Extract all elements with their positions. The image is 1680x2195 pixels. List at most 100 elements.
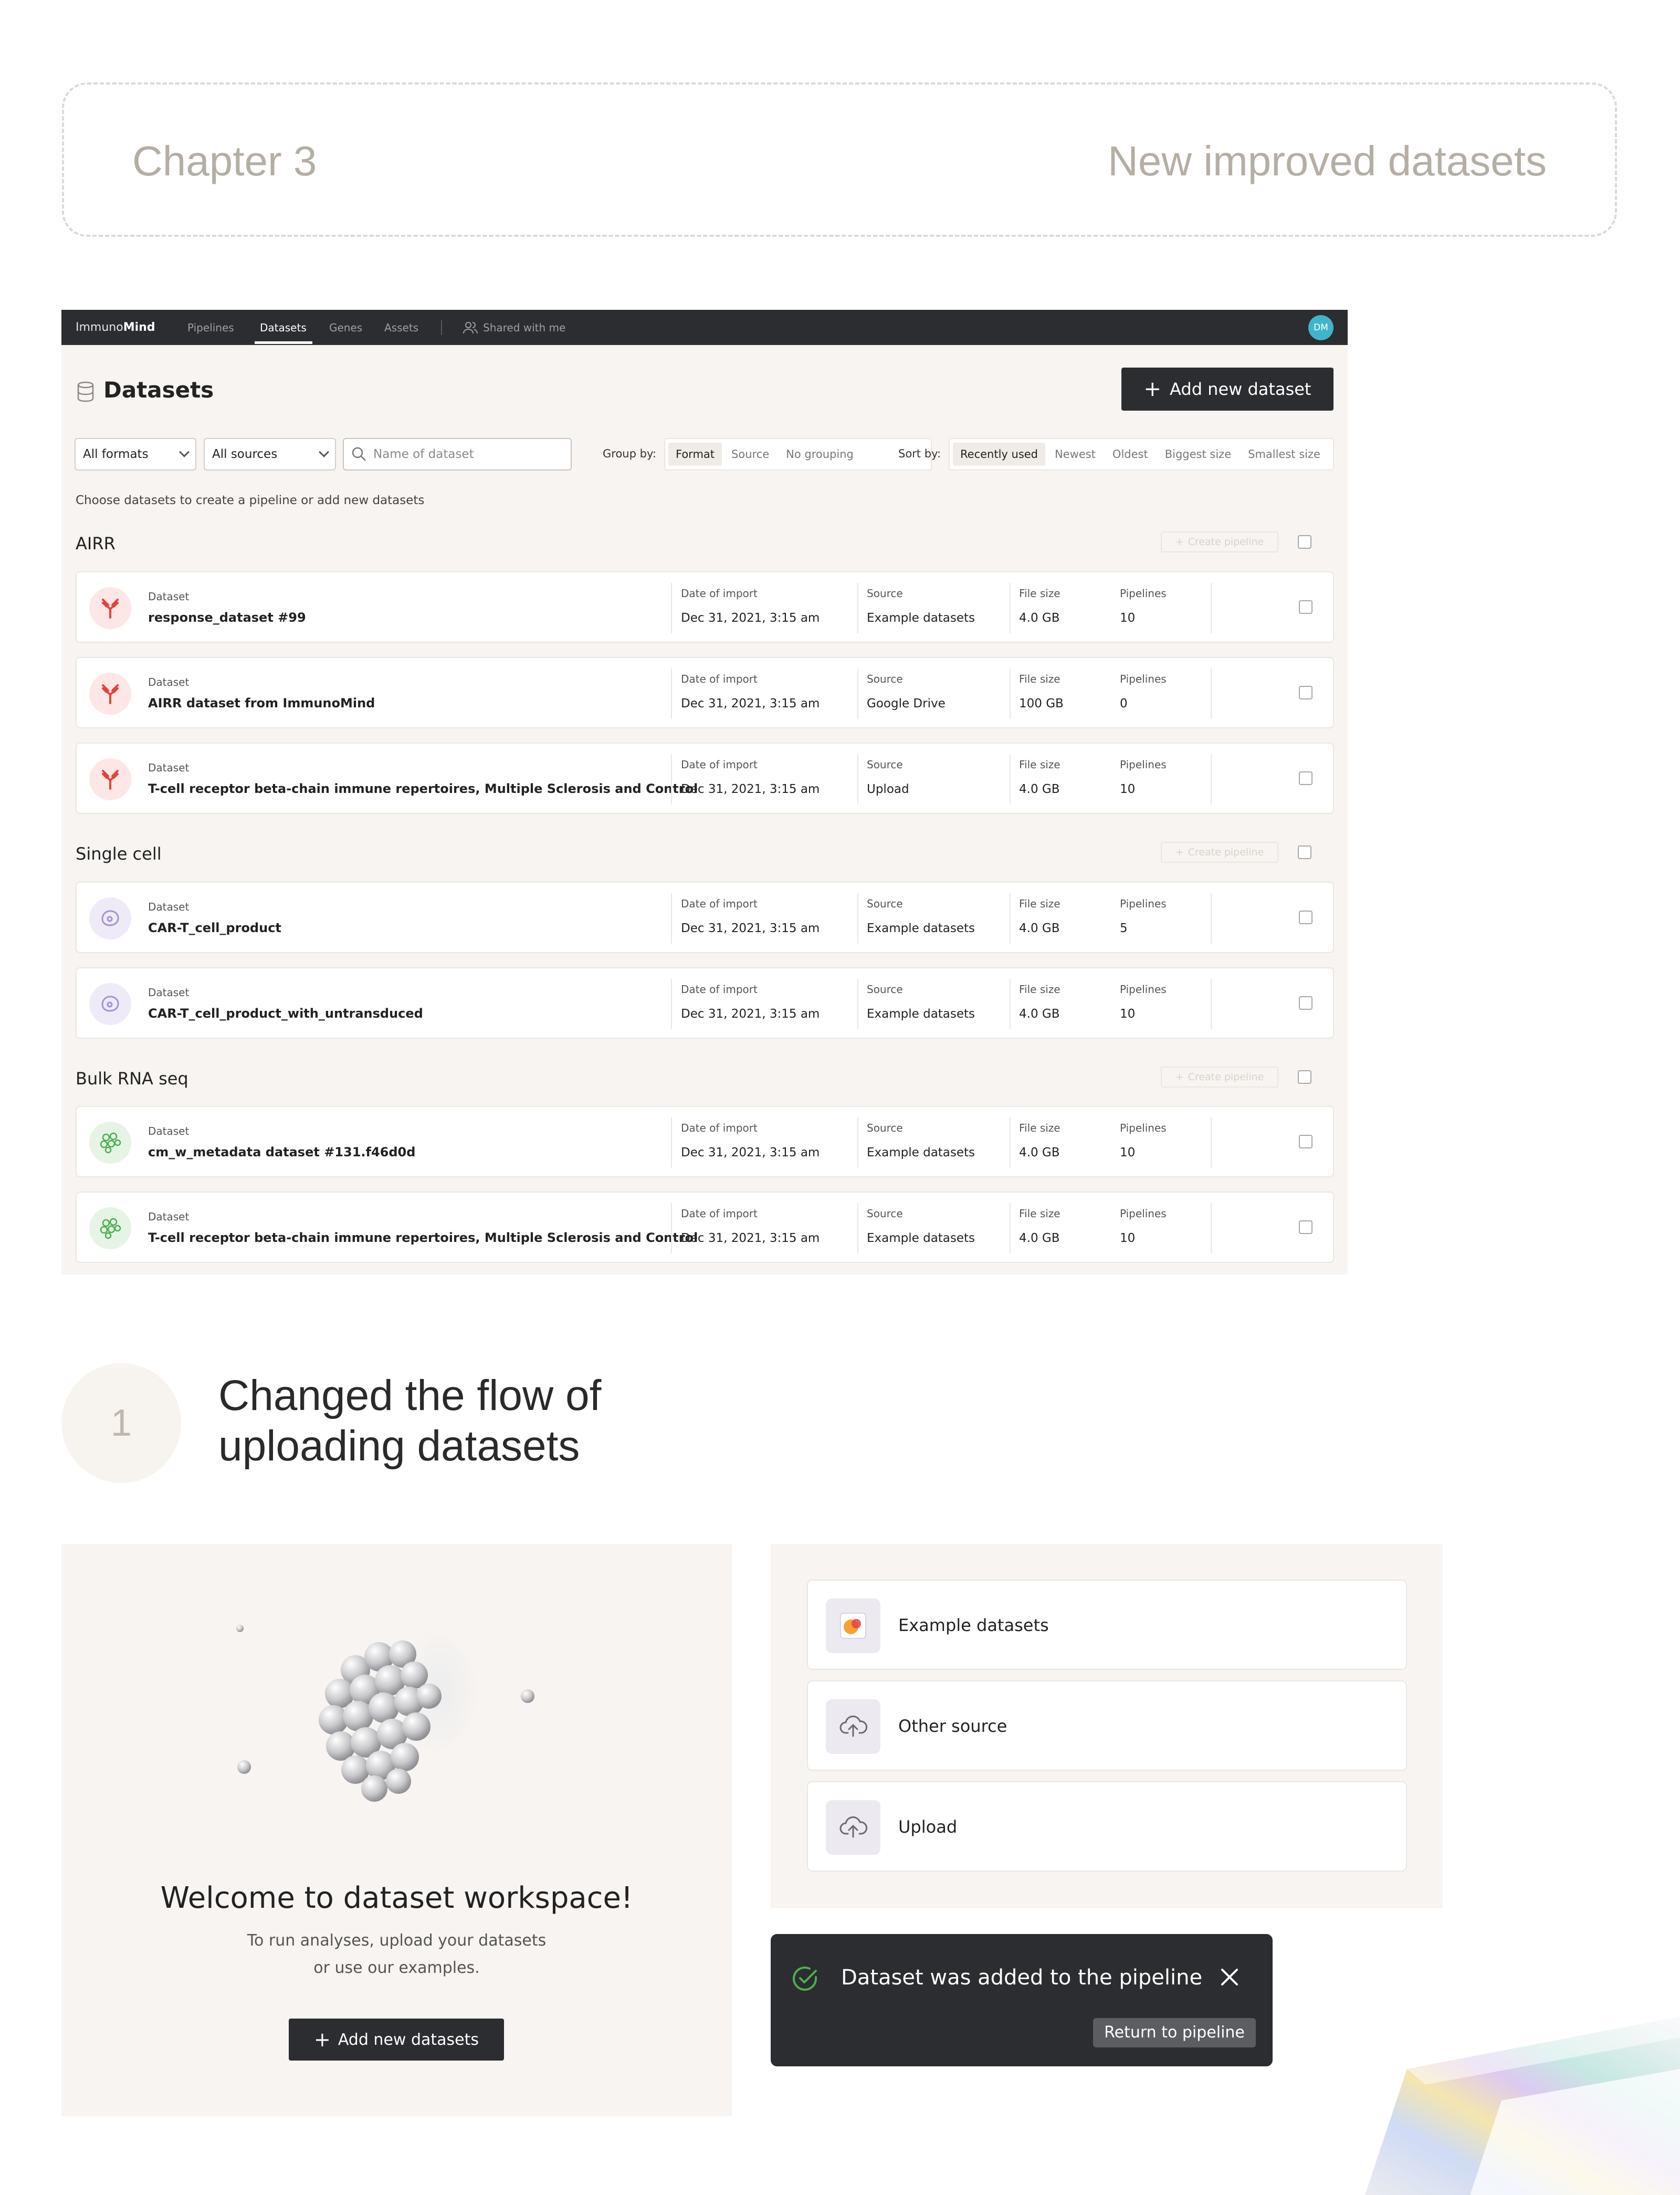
chevron-down-icon xyxy=(319,447,329,457)
example-datasets-icon xyxy=(826,1598,880,1653)
formats-select[interactable]: All formats xyxy=(75,438,196,471)
dataset-name: AIRR dataset from ImmunoMind xyxy=(148,696,375,710)
nav-datasets[interactable]: Datasets xyxy=(260,321,307,334)
dataset-row[interactable]: Dataset AIRR dataset from ImmunoMind Dat… xyxy=(76,657,1334,728)
cell-icon xyxy=(89,897,131,939)
row-checkbox[interactable] xyxy=(1299,600,1312,614)
toast-message: Dataset was added to the pipeline xyxy=(841,1966,1203,1990)
dataset-name: CAR-T_cell_product_with_untransduced xyxy=(148,1006,423,1021)
database-icon xyxy=(77,381,94,402)
group-title-single-cell: Single cell xyxy=(76,844,162,864)
nav-shared-with-me[interactable]: Shared with me xyxy=(483,321,565,334)
dataset-row[interactable]: Dataset T-cell receptor beta-chain immun… xyxy=(76,1191,1334,1263)
group-checkbox-bulk-rna-seq[interactable] xyxy=(1298,1070,1311,1084)
antibody-icon xyxy=(89,587,131,629)
row-checkbox[interactable] xyxy=(1299,1220,1312,1234)
small-sphere-decoration xyxy=(237,1760,251,1774)
dataset-name: T-cell receptor beta-chain immune repert… xyxy=(148,1230,698,1245)
small-sphere-decoration xyxy=(521,1689,534,1703)
page-title: Datasets xyxy=(103,377,214,403)
source-option-other-source[interactable]: Other source xyxy=(807,1680,1407,1771)
group-by-none[interactable]: No grouping xyxy=(779,443,861,466)
create-pipeline-button[interactable]: + Create pipeline xyxy=(1161,531,1278,552)
welcome-description: To run analyses, upload your datasets or… xyxy=(247,1931,547,1977)
success-toast: Dataset was added to the pipeline Return… xyxy=(771,1934,1273,2066)
check-circle-icon xyxy=(793,1967,817,1991)
antibody-icon xyxy=(89,673,131,715)
cell-icon xyxy=(89,983,131,1025)
cells-cluster-icon xyxy=(89,1207,131,1249)
group-by-label: Group by: xyxy=(603,447,656,460)
dataset-row[interactable]: Dataset T-cell receptor beta-chain immun… xyxy=(76,743,1334,814)
chapter-number: Chapter 3 xyxy=(132,138,317,184)
welcome-title: Welcome to dataset workspace! xyxy=(160,1881,633,1915)
cloud-upload-icon xyxy=(826,1800,880,1855)
nav-divider xyxy=(441,320,442,335)
group-by-segmented: Format Source No grouping xyxy=(664,438,932,471)
group-checkbox-single-cell[interactable] xyxy=(1298,845,1311,859)
group-by-format[interactable]: Format xyxy=(668,443,722,466)
sort-recently-used[interactable]: Recently used xyxy=(953,443,1046,466)
section-number: 1 xyxy=(61,1363,181,1483)
cloud-upload-icon xyxy=(826,1699,880,1754)
row-checkbox[interactable] xyxy=(1299,996,1312,1010)
sort-newest[interactable]: Newest xyxy=(1047,443,1103,466)
instructions-text: Choose datasets to create a pipeline or … xyxy=(76,494,425,507)
antibody-icon xyxy=(89,758,131,800)
group-title-bulk-rna-seq: Bulk RNA seq xyxy=(76,1069,188,1089)
create-pipeline-button[interactable]: + Create pipeline xyxy=(1161,1067,1278,1088)
chapter-header: Chapter 3 New improved datasets xyxy=(62,82,1617,237)
section-title: Changed the flow of uploading datasets xyxy=(218,1372,602,1470)
holographic-prism-decoration xyxy=(1365,2016,1680,2195)
datasets-app: ImmunoMind Pipelines Datasets Genes Asse… xyxy=(61,310,1348,1274)
plus-icon: + xyxy=(1143,377,1162,401)
chevron-down-icon xyxy=(179,447,190,457)
group-by-source[interactable]: Source xyxy=(724,443,776,466)
group-checkbox-airr[interactable] xyxy=(1298,535,1311,549)
sort-oldest[interactable]: Oldest xyxy=(1105,443,1156,466)
row-checkbox[interactable] xyxy=(1299,686,1312,699)
nav-active-indicator xyxy=(255,341,312,344)
dataset-name: response_dataset #99 xyxy=(148,610,306,625)
nav-assets[interactable]: Assets xyxy=(384,321,418,334)
molecule-sphere-illustration xyxy=(319,1628,478,1802)
return-to-pipeline-button[interactable]: Return to pipeline xyxy=(1093,2018,1256,2047)
sort-by-segmented: Recently used Newest Oldest Biggest size… xyxy=(949,438,1334,471)
add-new-dataset-button[interactable]: + Add new dataset xyxy=(1121,368,1334,411)
dataset-row[interactable]: Dataset cm_w_metadata dataset #131.f46d0… xyxy=(76,1106,1334,1177)
app-logo[interactable]: ImmunoMind xyxy=(76,321,155,334)
dataset-row[interactable]: Dataset response_dataset #99 Date of imp… xyxy=(76,571,1334,643)
add-new-datasets-button[interactable]: + Add new datasets xyxy=(289,2019,504,2061)
dataset-name: T-cell receptor beta-chain immune repert… xyxy=(148,781,698,796)
sort-biggest-size[interactable]: Biggest size xyxy=(1158,443,1238,466)
group-title-airr: AIRR xyxy=(76,534,116,553)
source-option-upload[interactable]: Upload xyxy=(807,1781,1407,1872)
dataset-row[interactable]: Dataset CAR-T_cell_product Date of impor… xyxy=(76,882,1334,953)
top-navigation-bar: ImmunoMind Pipelines Datasets Genes Asse… xyxy=(61,310,1348,345)
dataset-name: cm_w_metadata dataset #131.f46d0d xyxy=(148,1145,416,1159)
sources-select[interactable]: All sources xyxy=(204,438,336,471)
search-field[interactable] xyxy=(343,438,572,471)
search-input[interactable] xyxy=(373,447,562,461)
chapter-title: New improved datasets xyxy=(1108,138,1547,184)
create-pipeline-button[interactable]: + Create pipeline xyxy=(1161,842,1278,863)
search-icon xyxy=(352,447,366,461)
row-checkbox[interactable] xyxy=(1299,771,1312,785)
users-icon xyxy=(463,322,478,334)
nav-pipelines[interactable]: Pipelines xyxy=(187,321,234,334)
small-sphere-decoration xyxy=(236,1625,244,1632)
cells-cluster-icon xyxy=(89,1122,131,1164)
source-option-example-datasets[interactable]: Example datasets xyxy=(807,1580,1407,1670)
row-checkbox[interactable] xyxy=(1299,911,1312,924)
source-options-panel: Example datasets Other source Upload xyxy=(771,1544,1443,1908)
dataset-row[interactable]: Dataset CAR-T_cell_product_with_untransd… xyxy=(76,967,1334,1039)
user-avatar[interactable]: DM xyxy=(1308,315,1334,340)
row-checkbox[interactable] xyxy=(1299,1135,1312,1148)
welcome-empty-state: Welcome to dataset workspace! To run ana… xyxy=(61,1544,732,2116)
plus-icon: + xyxy=(313,2028,331,2051)
nav-genes[interactable]: Genes xyxy=(329,321,362,334)
sort-by-label: Sort by: xyxy=(898,447,941,460)
close-icon[interactable] xyxy=(1217,1964,1242,1990)
dataset-name: CAR-T_cell_product xyxy=(148,921,281,935)
sort-smallest-size[interactable]: Smallest size xyxy=(1241,443,1328,466)
